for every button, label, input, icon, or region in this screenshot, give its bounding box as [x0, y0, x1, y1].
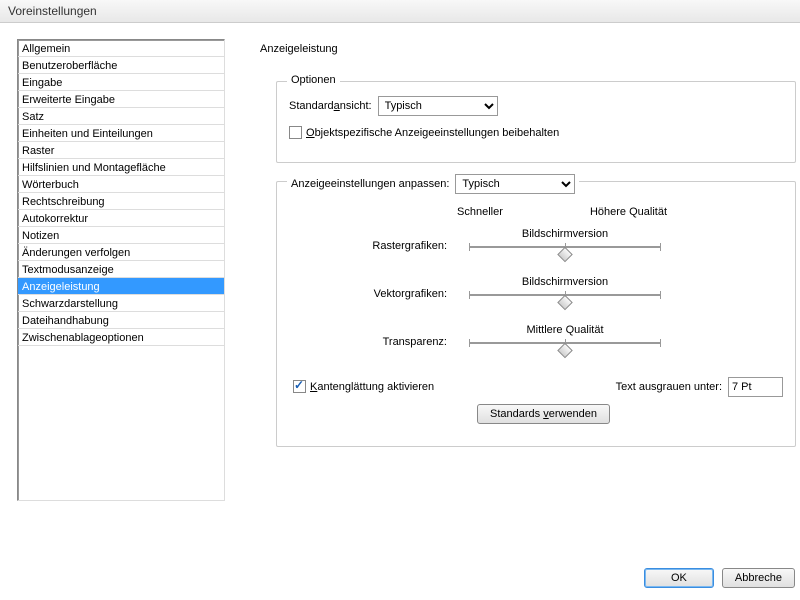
sidebar-item[interactable]: Raster [18, 142, 224, 159]
sidebar-item[interactable]: Benutzeroberfläche [18, 57, 224, 74]
preserve-object-label: Objektspezifische Anzeigeeinstellungen b… [306, 127, 559, 139]
default-view-label: Standardansicht: [289, 100, 372, 112]
sidebar-item[interactable]: Eingabe [18, 74, 224, 91]
sidebar-item[interactable]: Erweiterte Eingabe [18, 91, 224, 108]
greek-text-input[interactable] [728, 377, 783, 397]
preserve-object-checkbox[interactable] [289, 126, 302, 139]
sidebar-item[interactable]: Wörterbuch [18, 176, 224, 193]
sidebar-item[interactable]: Zwischenablageoptionen [18, 329, 224, 346]
sidebar-item[interactable]: Schwarzdarstellung [18, 295, 224, 312]
dialog-footer: OK Abbreche [644, 568, 795, 588]
vector-caption: Bildschirmversion [465, 276, 665, 288]
sidebar-item[interactable]: Hilfslinien und Montagefläche [18, 159, 224, 176]
adjust-group: Anzeigeeinstellungen anpassen: Typisch S… [276, 181, 796, 447]
raster-label: Rastergrafiken: [277, 240, 447, 252]
raster-slider[interactable] [465, 243, 665, 261]
scale-left-label: Schneller [457, 206, 503, 218]
window-titlebar: Voreinstellungen [0, 0, 800, 23]
ok-button[interactable]: OK [644, 568, 714, 588]
raster-caption: Bildschirmversion [465, 228, 665, 240]
transparency-caption: Mittlere Qualität [465, 324, 665, 336]
greek-text-label: Text ausgrauen unter: [616, 381, 722, 393]
cancel-button[interactable]: Abbreche [722, 568, 795, 588]
sidebar-item[interactable]: Einheiten und Einteilungen [18, 125, 224, 142]
adjust-preset-select[interactable]: Typisch [455, 174, 575, 194]
category-sidebar: AllgemeinBenutzeroberflächeEingabeErweit… [17, 39, 225, 501]
sidebar-item[interactable]: Rechtschreibung [18, 193, 224, 210]
options-legend: Optionen [287, 74, 340, 86]
sidebar-item[interactable]: Satz [18, 108, 224, 125]
default-view-select[interactable]: Typisch [378, 96, 498, 116]
antialias-checkbox[interactable] [293, 380, 306, 393]
sidebar-item[interactable]: Allgemein [18, 40, 224, 57]
transparency-label: Transparenz: [277, 336, 447, 348]
sidebar-item[interactable]: Autokorrektur [18, 210, 224, 227]
options-group: Optionen Standardansicht: Typisch Objekt… [276, 81, 796, 163]
sidebar-item[interactable]: Änderungen verfolgen [18, 244, 224, 261]
sidebar-item[interactable]: Dateihandhabung [18, 312, 224, 329]
sidebar-item[interactable]: Anzeigeleistung [18, 278, 224, 295]
window-title: Voreinstellungen [8, 4, 97, 18]
adjust-legend: Anzeigeeinstellungen anpassen: Typisch [287, 174, 579, 194]
use-defaults-button[interactable]: Standards verwenden [477, 404, 610, 424]
sidebar-item[interactable]: Textmodusanzeige [18, 261, 224, 278]
vector-slider[interactable] [465, 291, 665, 309]
scale-right-label: Höhere Qualität [590, 206, 667, 218]
panel-title: Anzeigeleistung [260, 43, 338, 55]
transparency-slider[interactable] [465, 339, 665, 357]
antialias-label: Kantenglättung aktivieren [310, 381, 434, 393]
vector-label: Vektorgrafiken: [277, 288, 447, 300]
sidebar-item[interactable]: Notizen [18, 227, 224, 244]
